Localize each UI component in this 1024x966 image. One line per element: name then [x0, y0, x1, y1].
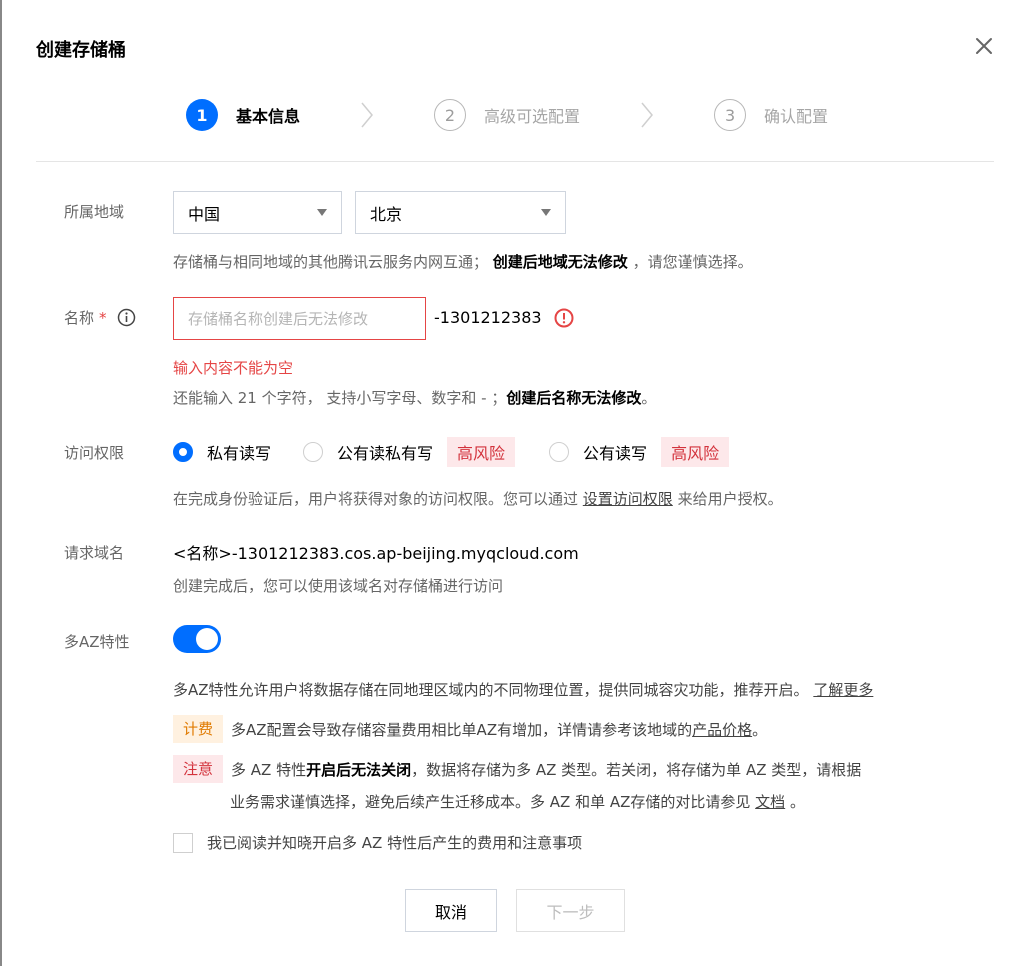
note-notice-line2: 业务需求谨慎选择，避免后续产生迁移成本。多 AZ 和单 AZ存储的对比请参见 文…	[230, 793, 805, 811]
cancel-button[interactable]: 取消	[405, 889, 497, 932]
chevron-right-icon	[361, 102, 373, 128]
country-select[interactable]: 中国	[173, 191, 342, 234]
city-select[interactable]: 北京	[355, 191, 566, 234]
name-hint: 还能输入 21 个字符， 支持小写字母、数字和 - ；创建后名称无法修改。	[173, 389, 657, 407]
fee-tag: 计费	[173, 715, 224, 743]
multi-az-label: 多AZ特性	[64, 633, 130, 651]
access-hint: 在完成身份验证后，用户将获得对象的访问权限。您可以通过 设置访问权限 来给用户授…	[173, 490, 783, 508]
note-tag: 注意	[173, 755, 224, 783]
step-label-2: 高级可选配置	[484, 107, 581, 126]
access-radio-group: 私有读写 公有读私有写 高风险 公有读写 高风险	[173, 436, 730, 468]
dialog-title: 创建存储桶	[36, 40, 126, 61]
step-advanced-config: 2 高级可选配置	[434, 99, 580, 131]
step-number-1: 1	[186, 99, 218, 131]
step-number-3: 3	[714, 99, 747, 131]
note-notice: 注意 多 AZ 特性 开启后无法关闭 ，数据将存储为多 AZ 类型。若关闭，将存储…	[173, 755, 861, 783]
info-icon[interactable]	[117, 308, 136, 327]
multi-az-desc: 多AZ特性允许用户将数据存储在同地理区域内的不同物理位置，提供同城容灾功能，推荐…	[173, 681, 874, 699]
required-mark: *	[99, 308, 107, 327]
high-risk-badge: 高风险	[447, 437, 516, 467]
next-step-button[interactable]: 下一步	[516, 889, 625, 932]
radio-checked-icon	[173, 442, 193, 462]
step-confirm-config: 3 确认配置	[714, 99, 828, 131]
docs-link[interactable]: 文档	[755, 793, 785, 811]
caret-down-icon	[317, 209, 327, 216]
close-icon[interactable]	[974, 36, 994, 56]
name-label: 名称	[64, 309, 95, 327]
set-access-link[interactable]: 设置访问权限	[583, 490, 673, 508]
region-label: 所属地域	[64, 203, 125, 221]
radio-label: 公有读私有写	[337, 444, 434, 463]
region-hint: 存储桶与相同地域的其他腾讯云服务内网互通； 创建后地域无法修改 ，请您谨慎选择。	[173, 253, 753, 271]
high-risk-badge: 高风险	[661, 437, 730, 467]
agree-checkbox-label: 我已阅读并知晓开启多 AZ 特性后产生的费用和注意事项	[207, 834, 583, 852]
appid-suffix: -1301212383	[434, 308, 542, 327]
bucket-name-input[interactable]	[173, 297, 426, 340]
step-label-3: 确认配置	[764, 107, 829, 126]
name-label-group: 名称 *	[64, 307, 136, 328]
header-divider	[36, 161, 994, 162]
domain-label: 请求域名	[64, 544, 125, 562]
access-label: 访问权限	[64, 444, 125, 462]
multi-az-toggle[interactable]	[173, 625, 221, 653]
name-error-message: 输入内容不能为空	[173, 359, 294, 377]
step-label-1: 基本信息	[236, 107, 301, 126]
step-basic-info: 1 基本信息	[186, 99, 300, 131]
country-select-value: 中国	[188, 204, 221, 224]
radio-public-rw[interactable]: 公有读写 高风险	[549, 437, 730, 467]
step-number-2: 2	[434, 99, 467, 131]
product-price-link[interactable]: 产品价格	[692, 719, 752, 740]
toggle-knob	[196, 628, 218, 650]
fee-notice: 计费 多AZ配置会导致存储容量费用相比单AZ有增加，详情请参考该地域的 产品价格…	[173, 715, 767, 743]
caret-down-icon	[541, 209, 551, 216]
agree-checkbox[interactable]	[173, 832, 193, 853]
city-select-value: 北京	[370, 204, 403, 224]
error-icon	[554, 308, 574, 328]
request-domain-value: <名称>-1301212383.cos.ap-beijing.myqcloud.…	[173, 544, 579, 563]
radio-private-rw[interactable]: 私有读写	[173, 440, 271, 464]
step-indicator: 1 基本信息 2 高级可选配置 3 确认配置	[186, 99, 828, 131]
radio-unchecked-icon	[549, 442, 570, 462]
radio-label: 私有读写	[207, 444, 272, 463]
window-left-edge	[0, 0, 2, 966]
learn-more-link[interactable]: 了解更多	[813, 681, 873, 699]
radio-label: 公有读写	[583, 444, 648, 463]
domain-hint: 创建完成后，您可以使用该域名对存储桶进行访问	[173, 577, 504, 595]
radio-public-read-private-write[interactable]: 公有读私有写 高风险	[303, 437, 516, 467]
radio-unchecked-icon	[303, 442, 324, 462]
agree-checkbox-row[interactable]: 我已阅读并知晓开启多 AZ 特性后产生的费用和注意事项	[173, 832, 582, 853]
chevron-right-icon	[641, 102, 654, 128]
